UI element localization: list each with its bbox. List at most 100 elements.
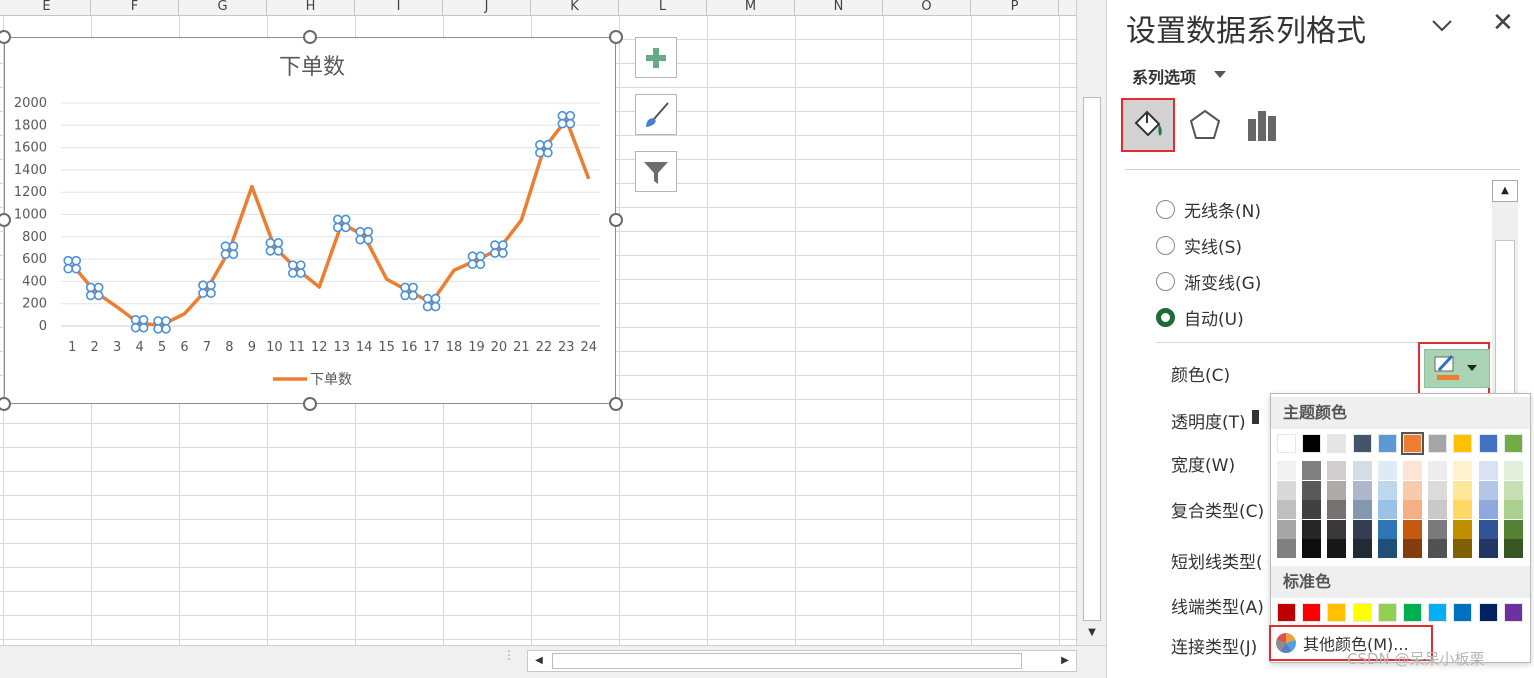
theme-shade-swatch[interactable]: [1327, 461, 1347, 480]
theme-shade-swatch[interactable]: [1428, 480, 1448, 500]
tab-effects[interactable]: [1180, 100, 1230, 150]
outline-color-button[interactable]: [1418, 342, 1490, 395]
theme-shade-swatch[interactable]: [1277, 539, 1296, 558]
theme-shade-swatch[interactable]: [1503, 480, 1523, 500]
theme-shade-swatch[interactable]: [1503, 461, 1523, 480]
column-header[interactable]: L: [619, 0, 707, 16]
radio-automatic[interactable]: 自动(U): [1156, 305, 1244, 330]
theme-shade-swatch[interactable]: [1352, 519, 1372, 539]
theme-shade-swatch[interactable]: [1277, 480, 1296, 500]
theme-shade-swatch[interactable]: [1478, 500, 1498, 519]
theme-shade-swatch[interactable]: [1302, 500, 1322, 519]
column-header[interactable]: E: [3, 0, 91, 16]
vertical-scroll-thumb[interactable]: [1083, 97, 1101, 621]
theme-shade-swatch[interactable]: [1478, 480, 1498, 500]
standard-color-swatch[interactable]: [1503, 603, 1523, 622]
theme-shade-swatch[interactable]: [1327, 500, 1347, 519]
horizontal-scroll-thumb[interactable]: [552, 653, 1022, 669]
theme-shade-swatch[interactable]: [1403, 539, 1422, 558]
theme-shade-swatch[interactable]: [1277, 519, 1296, 539]
theme-shade-swatch[interactable]: [1302, 461, 1322, 480]
theme-shade-swatch[interactable]: [1428, 539, 1448, 558]
theme-color-swatch[interactable]: [1401, 432, 1424, 455]
theme-shade-swatch[interactable]: [1377, 480, 1397, 500]
tab-fill-line[interactable]: [1121, 98, 1175, 152]
theme-shade-swatch[interactable]: [1503, 539, 1523, 558]
horizontal-scrollbar[interactable]: ◀ ▶: [527, 650, 1077, 672]
column-header[interactable]: M: [707, 0, 795, 16]
scroll-right-button[interactable]: ▶: [1054, 651, 1076, 671]
scroll-down-button[interactable]: ▼: [1083, 624, 1101, 642]
radio-button[interactable]: [1156, 235, 1175, 255]
theme-shade-swatch[interactable]: [1428, 500, 1448, 519]
radio-gradient-line[interactable]: 渐变线(G): [1156, 269, 1261, 294]
column-header[interactable]: N: [795, 0, 883, 16]
series-line[interactable]: [70, 117, 591, 327]
standard-color-swatch[interactable]: [1403, 603, 1422, 622]
theme-shade-swatch[interactable]: [1377, 519, 1397, 539]
theme-shade-swatch[interactable]: [1352, 461, 1372, 480]
scroll-up-button[interactable]: ▲: [1492, 180, 1518, 202]
radio-button-selected[interactable]: [1156, 307, 1175, 327]
theme-shade-swatch[interactable]: [1377, 500, 1397, 519]
resize-handle[interactable]: [609, 397, 623, 411]
standard-color-swatch[interactable]: [1302, 603, 1322, 622]
line-chart[interactable]: 下单数 0 200 400 600 800 1000 1200 1400 1600 1800 200…: [4, 37, 616, 404]
worksheet-grid[interactable]: E F G H I J K L M N O P 下单数 0 200 400 600 80…: [0, 0, 1076, 645]
standard-color-swatch[interactable]: [1327, 603, 1347, 622]
column-header[interactable]: G: [179, 0, 267, 16]
theme-shade-swatch[interactable]: [1478, 519, 1498, 539]
theme-shade-swatch[interactable]: [1403, 500, 1422, 519]
theme-color-swatch[interactable]: [1352, 434, 1372, 453]
column-header[interactable]: F: [91, 0, 179, 16]
standard-color-swatch[interactable]: [1352, 603, 1372, 622]
column-header[interactable]: K: [531, 0, 619, 16]
theme-shade-swatch[interactable]: [1478, 539, 1498, 558]
column-header[interactable]: O: [883, 0, 971, 16]
standard-color-swatch[interactable]: [1277, 603, 1296, 622]
theme-shade-swatch[interactable]: [1453, 480, 1473, 500]
column-header[interactable]: H: [267, 0, 355, 16]
chart-filters-button[interactable]: [635, 151, 677, 192]
theme-shade-swatch[interactable]: [1453, 519, 1473, 539]
resize-handle[interactable]: [303, 397, 317, 411]
theme-shade-swatch[interactable]: [1453, 500, 1473, 519]
theme-shade-swatch[interactable]: [1453, 539, 1473, 558]
chart-styles-button[interactable]: [635, 94, 677, 135]
theme-color-swatch[interactable]: [1377, 434, 1397, 453]
theme-shade-swatch[interactable]: [1503, 519, 1523, 539]
theme-shade-swatch[interactable]: [1302, 539, 1322, 558]
theme-color-swatch[interactable]: [1327, 434, 1347, 453]
theme-shade-swatch[interactable]: [1428, 461, 1448, 480]
transparency-slider-handle[interactable]: [1252, 410, 1259, 424]
chevron-down-icon[interactable]: [1430, 14, 1454, 38]
theme-shade-swatch[interactable]: [1352, 500, 1372, 519]
radio-solid-line[interactable]: 实线(S): [1156, 233, 1242, 258]
chart-elements-button[interactable]: [635, 37, 677, 78]
theme-shade-swatch[interactable]: [1403, 461, 1422, 480]
theme-shade-swatch[interactable]: [1352, 480, 1372, 500]
standard-color-swatch[interactable]: [1478, 603, 1498, 622]
theme-shade-swatch[interactable]: [1478, 461, 1498, 480]
chart-title[interactable]: 下单数: [279, 55, 345, 80]
pane-scrollbar[interactable]: ▲: [1492, 180, 1518, 400]
standard-color-swatch[interactable]: [1453, 603, 1473, 622]
series-options-dropdown[interactable]: 系列选项: [1132, 64, 1196, 88]
theme-color-swatch[interactable]: [1428, 434, 1448, 453]
column-header[interactable]: I: [355, 0, 443, 16]
theme-shade-swatch[interactable]: [1428, 519, 1448, 539]
scroll-left-button[interactable]: ◀: [528, 651, 550, 671]
radio-no-line[interactable]: 无线条(N): [1156, 197, 1261, 222]
theme-shade-swatch[interactable]: [1277, 461, 1296, 480]
splitter-grip-icon[interactable]: ⋮: [503, 649, 515, 661]
radio-button[interactable]: [1156, 199, 1175, 219]
theme-shade-swatch[interactable]: [1377, 461, 1397, 480]
resize-handle[interactable]: [303, 30, 317, 44]
resize-handle[interactable]: [609, 30, 623, 44]
theme-shade-swatch[interactable]: [1352, 539, 1372, 558]
theme-shade-swatch[interactable]: [1403, 519, 1422, 539]
theme-shade-swatch[interactable]: [1503, 500, 1523, 519]
theme-shade-swatch[interactable]: [1302, 519, 1322, 539]
theme-shade-swatch[interactable]: [1453, 461, 1473, 480]
theme-color-swatch[interactable]: [1302, 434, 1322, 453]
